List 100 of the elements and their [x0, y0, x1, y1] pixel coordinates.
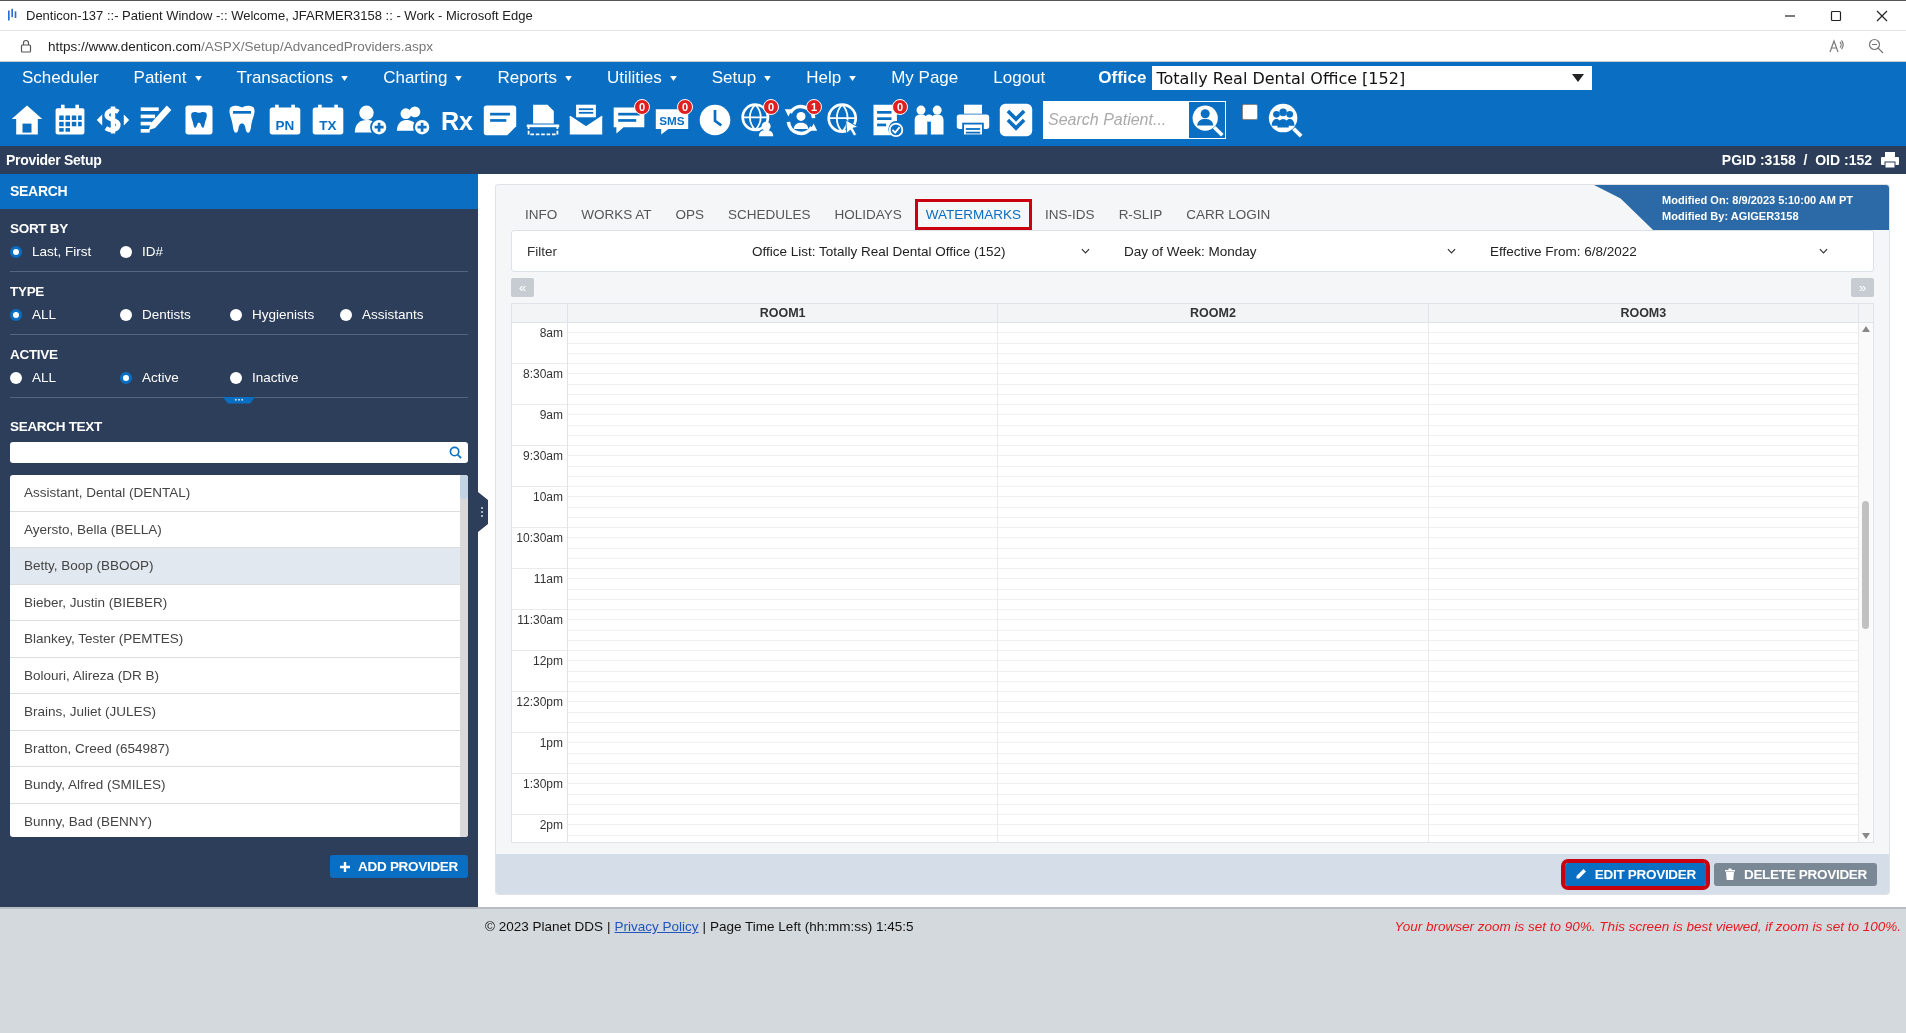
radio-button[interactable] — [340, 308, 352, 321]
notification-badge: 0 — [677, 99, 693, 115]
radio-button[interactable] — [230, 308, 242, 321]
menu-item[interactable]: Help — [806, 68, 857, 88]
dropdown-caret-icon[interactable] — [1572, 74, 1585, 82]
group-label: ACTIVE — [10, 347, 59, 362]
provider-item[interactable]: Blankey, Tester (PEMTES) — [10, 621, 460, 658]
scrollbar-thumb[interactable] — [1862, 501, 1869, 629]
provider-item[interactable]: Brains, Juliet (JULES) — [10, 694, 460, 731]
maximize-icon[interactable] — [1830, 9, 1842, 22]
globe-person-icon[interactable] — [739, 102, 776, 138]
page-ids: PGID :3158 / OID :152 — [1721, 152, 1872, 168]
read-aloud-icon[interactable] — [1828, 38, 1844, 54]
radio-button[interactable] — [120, 245, 132, 258]
search-text-field[interactable] — [10, 442, 468, 463]
radio-option[interactable]: Assistants — [340, 307, 450, 322]
notification-badge: 1 — [806, 99, 822, 115]
radio-option[interactable]: Dentists — [120, 307, 230, 322]
time-label: 12:30pm — [516, 695, 563, 709]
office-select[interactable]: Totally Real Dental Office [152] — [1152, 66, 1593, 90]
panel-handle[interactable] — [478, 492, 488, 532]
tab[interactable]: HOLIDAYS — [823, 199, 913, 230]
time-label: 1pm — [539, 736, 563, 750]
radio-option[interactable]: ID# — [120, 244, 230, 259]
chevron-down-icon[interactable] — [1081, 248, 1090, 254]
add-provider-button[interactable]: ADD PROVIDER — [330, 855, 468, 878]
menu-item[interactable]: Reports — [497, 68, 572, 88]
printer-icon[interactable] — [1880, 151, 1900, 169]
tab[interactable]: INS-IDS — [1034, 199, 1106, 230]
provider-item[interactable]: Bundy, Alfred (SMILES) — [10, 767, 460, 804]
radio-button[interactable] — [230, 371, 242, 384]
tab[interactable]: OPS — [664, 199, 716, 230]
scroll-down-icon[interactable] — [1862, 833, 1870, 839]
room-header: ROOM3 — [1428, 304, 1859, 322]
patient-search-field[interactable]: Search Patient... — [1043, 101, 1188, 139]
tab[interactable]: WORKS AT — [570, 199, 663, 230]
radio-button[interactable] — [10, 308, 22, 321]
time-label: 12pm — [532, 654, 563, 668]
rx-icon[interactable]: Rx — [438, 102, 475, 138]
tab[interactable]: INFO — [514, 199, 569, 230]
caret-icon — [341, 75, 349, 81]
provider-item[interactable]: Assistant, Dental (DENTAL) — [10, 475, 460, 512]
tab[interactable]: WATERMARKS — [914, 199, 1033, 230]
time-label: 1:30pm — [522, 777, 563, 791]
search-header: SEARCH — [0, 174, 478, 209]
tab[interactable]: SCHEDULES — [717, 199, 822, 230]
radio-button[interactable] — [120, 371, 132, 384]
privacy-policy-link[interactable]: Privacy Policy — [614, 919, 699, 934]
menu-item[interactable]: My Page — [891, 68, 959, 88]
radio-button[interactable] — [120, 308, 132, 321]
chevrons-down-icon[interactable] — [997, 102, 1034, 138]
globe-cursor-icon[interactable] — [825, 102, 862, 138]
chevron-down-icon[interactable] — [1447, 248, 1456, 254]
menu-item[interactable]: Setup — [711, 68, 772, 88]
radio-button[interactable] — [10, 371, 22, 384]
room-header: ROOM1 — [568, 304, 999, 322]
lock-icon — [20, 39, 32, 53]
chevron-down-icon[interactable] — [1819, 248, 1828, 254]
caret-icon — [849, 75, 857, 81]
provider-item[interactable]: Betty, Boop (BBOOP) — [10, 548, 460, 585]
modified-on: Modified On: 8/9/2023 5:10:00 AM PT — [1662, 193, 1853, 206]
printer-icon[interactable] — [954, 102, 991, 138]
radio-option[interactable]: Active — [120, 370, 230, 385]
menu-item[interactable]: Patient — [133, 68, 202, 88]
radio-option[interactable]: ALL — [10, 307, 120, 322]
delete-provider-button[interactable]: DELETE PROVIDER — [1713, 862, 1877, 886]
checkbox[interactable] — [1242, 104, 1258, 120]
room-header: ROOM2 — [998, 304, 1429, 322]
scanner-icon[interactable] — [524, 102, 561, 138]
office-label: Office — [1098, 68, 1147, 88]
menu-item[interactable]: Logout — [993, 68, 1046, 88]
radio-button[interactable] — [10, 245, 22, 258]
menu-item[interactable]: Charting — [383, 68, 463, 88]
notification-badge: 0 — [634, 99, 650, 115]
tab[interactable]: R-SLIP — [1107, 199, 1174, 230]
group-label: SORT BY — [10, 221, 69, 236]
patient-search-icon[interactable] — [1188, 101, 1226, 139]
time-label: 9am — [539, 408, 563, 422]
time-left-text: Page Time Left (hh:mm:ss) 1:45:5 — [710, 919, 914, 934]
scrollbar-thumb[interactable] — [460, 475, 468, 499]
provider-item[interactable]: Bieber, Justin (BIEBER) — [10, 584, 460, 621]
menu-item[interactable]: Transactions — [236, 68, 349, 88]
radio-option[interactable]: Inactive — [230, 370, 340, 385]
tab[interactable]: CARR LOGIN — [1175, 199, 1282, 230]
close-icon[interactable] — [1876, 9, 1888, 22]
refresh-person-icon[interactable] — [782, 102, 819, 138]
provider-item[interactable]: Bolouri, Alireza (DR B) — [10, 657, 460, 694]
radio-option[interactable]: Hygienists — [230, 307, 340, 322]
caret-icon — [455, 75, 463, 81]
browser-icon — [8, 8, 18, 23]
radio-option[interactable]: ALL — [10, 370, 120, 385]
search-icon[interactable] — [449, 446, 462, 459]
scroll-up-icon[interactable] — [1862, 326, 1870, 332]
menu-item[interactable]: Utilities — [607, 68, 677, 88]
menu-item[interactable]: Scheduler — [22, 68, 99, 88]
zoom-out-icon[interactable] — [1868, 38, 1884, 54]
provider-item[interactable]: Bratton, Creed (654987) — [10, 730, 460, 767]
group-search-icon[interactable] — [1266, 101, 1304, 139]
time-label: 11am — [533, 572, 563, 586]
radio-option[interactable]: Last, First — [10, 244, 120, 259]
